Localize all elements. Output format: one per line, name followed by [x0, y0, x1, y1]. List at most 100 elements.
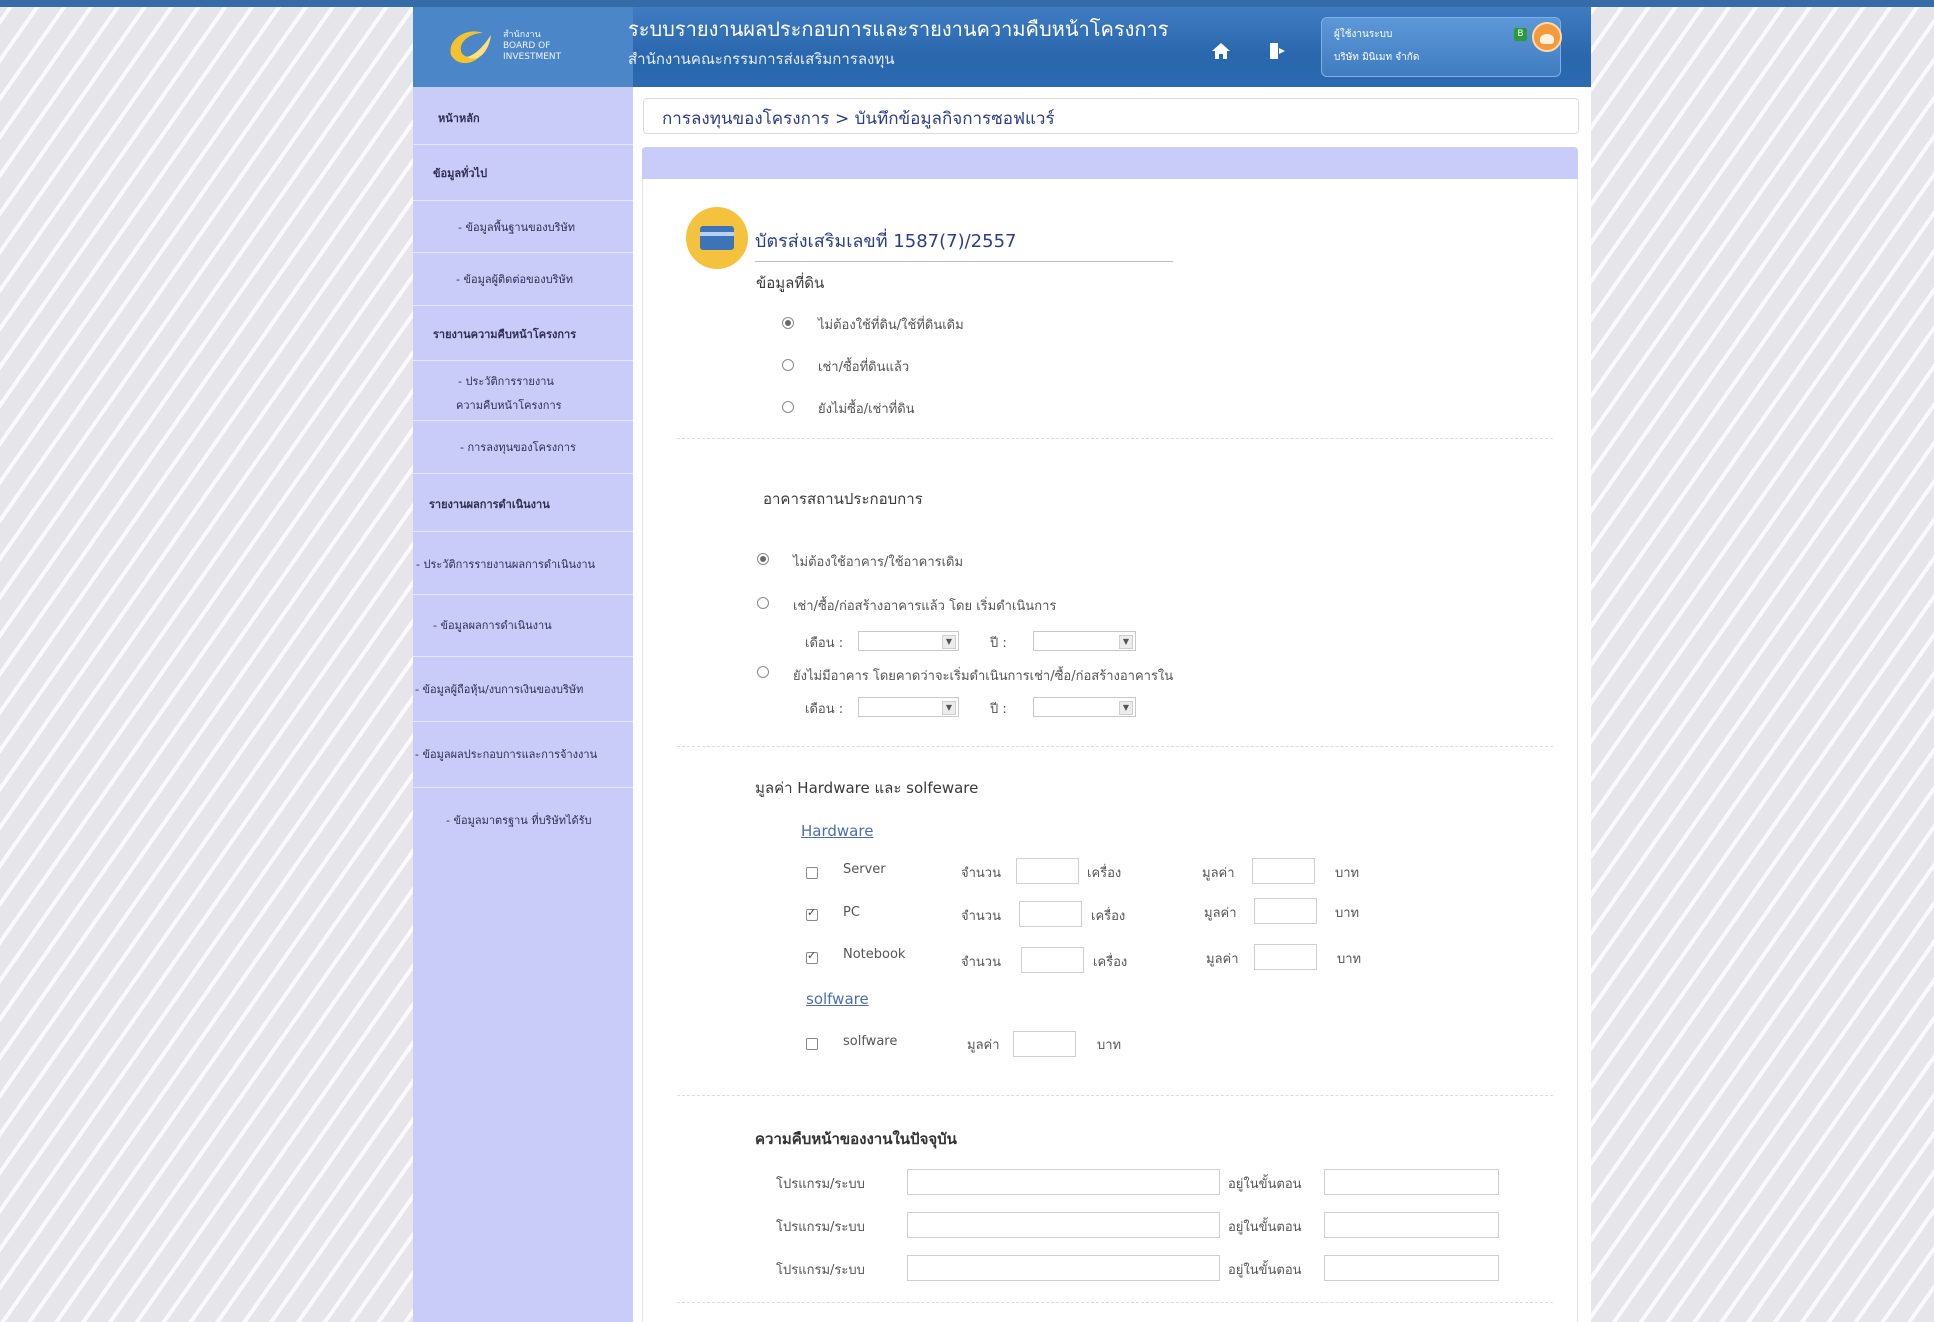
month-select-1[interactable]: ▼: [858, 631, 959, 651]
sidebar-item-label: - ประวัติการรายงาน: [458, 375, 554, 388]
notebook-value-label: มูลค่า: [1206, 952, 1239, 967]
sidebar-item-label: - การลงทุนของโครงการ: [460, 441, 576, 454]
software-value-label: มูลค่า: [967, 1038, 1000, 1053]
sidebar: หน้าหลัก ข้อมูลทั่วไป - ข้อมูลพื้นฐานของ…: [413, 87, 633, 1322]
system-title: ระบบรายงานผลประกอบการและรายงานความคืบหน้…: [628, 17, 1169, 41]
chevron-down-icon: ▼: [942, 635, 956, 649]
divider: [677, 1302, 1553, 1303]
server-value-input[interactable]: [1252, 858, 1315, 884]
software-baht-label: บาท: [1097, 1038, 1122, 1053]
land-option-2-label: เช่า/ซื้อที่ดินแล้ว: [818, 360, 910, 375]
notebook-qty-input[interactable]: [1021, 947, 1084, 973]
software-value-input[interactable]: [1013, 1031, 1076, 1057]
sidebar-item-performance-employment[interactable]: - ข้อมูลผลประกอบการและการจ้างงาน: [413, 721, 633, 788]
chevron-down-icon: ▼: [1119, 635, 1133, 649]
building-option-1-label: ไม่ต้องใช้อาคาร/ใช้อาคารเดิม: [793, 555, 964, 570]
sidebar-item-label: - ข้อมูลมาตรฐาน ที่บริษัทได้รับ: [446, 814, 592, 827]
sidebar-item-general-info[interactable]: ข้อมูลทั่วไป: [413, 144, 633, 201]
program-input-1[interactable]: [907, 1169, 1220, 1195]
server-qty-input[interactable]: [1016, 858, 1079, 884]
year-label-1: ปี :: [990, 636, 1007, 651]
sidebar-item-label: - ข้อมูลผู้ถือหุ้น/งบการเงินของบริษัท: [415, 683, 584, 696]
land-option-2-radio[interactable]: [782, 359, 794, 371]
notebook-baht-label: บาท: [1337, 952, 1362, 967]
land-option-3-radio[interactable]: [782, 401, 794, 413]
pc-qty-label: จำนวน: [961, 909, 1001, 924]
software-checkbox[interactable]: [806, 1038, 818, 1050]
sidebar-item-label: - ข้อมูลผู้ติดต่อของบริษัท: [456, 273, 573, 286]
sidebar-item-standards[interactable]: - ข้อมูลมาตรฐาน ที่บริษัทได้รับ: [413, 787, 633, 853]
pc-value-label: มูลค่า: [1204, 906, 1237, 921]
breadcrumb: การลงทุนของโครงการ > บันทึกข้อมูลกิจการซ…: [662, 109, 1055, 129]
pc-qty-input[interactable]: [1019, 901, 1082, 927]
panel-header-bar: [642, 147, 1578, 179]
sidebar-item-home[interactable]: หน้าหลัก: [413, 87, 633, 145]
software-link[interactable]: solfware: [806, 990, 869, 1008]
sidebar-item-label: - ข้อมูลผลการดำเนินงาน: [433, 619, 552, 632]
building-option-1-radio[interactable]: [757, 553, 769, 565]
sidebar-item-company-contact[interactable]: - ข้อมูลผู้ติดต่อของบริษัท: [413, 252, 633, 306]
building-option-2-label: เช่า/ซื้อ/ก่อสร้างอาคารแล้ว โดย เริ่มดำเ…: [793, 599, 1057, 614]
logo-line-1: สำนักงาน: [503, 30, 541, 40]
card-title-underline: [755, 261, 1173, 262]
sidebar-item-label: รายงานผลการดำเนินงาน: [429, 498, 550, 511]
chevron-down-icon: ▼: [1119, 701, 1133, 715]
breadcrumb-box: การลงทุนของโครงการ > บันทึกข้อมูลกิจการซ…: [643, 98, 1579, 134]
server-checkbox[interactable]: [806, 867, 818, 879]
program-label-2: โปรแกรม/ระบบ: [776, 1220, 865, 1235]
stage-input-1[interactable]: [1324, 1169, 1499, 1195]
server-label: Server: [843, 862, 886, 877]
land-section-title: ข้อมูลที่ดิน: [756, 274, 825, 292]
software-label: solfware: [843, 1034, 898, 1049]
stage-input-3[interactable]: [1324, 1255, 1499, 1281]
user-box[interactable]: ผู้ใช้งานระบบ บริษัท มินิเมท จำกัด B: [1321, 17, 1562, 77]
sidebar-item-report-history[interactable]: - ประวัติการรายงาน ความคืบหน้าโครงการ: [413, 360, 633, 421]
logo-area: สำนักงาน BOARD OF INVESTMENT: [413, 7, 633, 87]
logo-line-3: INVESTMENT: [503, 52, 562, 62]
sidebar-item-label: - ข้อมูลพื้นฐานของบริษัท: [458, 221, 576, 234]
stage-input-2[interactable]: [1324, 1212, 1499, 1238]
sidebar-item-project-investment[interactable]: - การลงทุนของโครงการ: [413, 420, 633, 474]
building-section-title: อาคารสถานประกอบการ: [763, 490, 923, 508]
notebook-checkbox[interactable]: [806, 949, 818, 964]
building-option-2-radio[interactable]: [757, 597, 769, 609]
sidebar-item-label: ข้อมูลทั่วไป: [433, 167, 488, 180]
server-baht-label: บาท: [1335, 866, 1360, 881]
home-icon[interactable]: [1210, 41, 1232, 63]
building-option-3-radio[interactable]: [757, 666, 769, 678]
month-label-2: เดือน :: [805, 702, 844, 717]
sidebar-item-company-basic[interactable]: - ข้อมูลพื้นฐานของบริษัท: [413, 200, 633, 253]
sidebar-item-progress-report[interactable]: รายงานความคืบหน้าโครงการ: [413, 305, 633, 361]
logout-icon[interactable]: [1266, 41, 1288, 63]
progress-section-title: ความคืบหน้าของงานในปัจจุบัน: [755, 1130, 957, 1148]
program-input-3[interactable]: [907, 1255, 1220, 1281]
sidebar-item-operation-data[interactable]: - ข้อมูลผลการดำเนินงาน: [413, 594, 633, 657]
building-option-3-label: ยังไม่มีอาคาร โดยคาดว่าจะเริ่มดำเนินการเ…: [793, 669, 1174, 684]
hardware-link[interactable]: Hardware: [801, 822, 873, 840]
divider: [677, 438, 1553, 439]
month-label-1: เดือน :: [805, 636, 844, 651]
year-select-1[interactable]: ▼: [1033, 631, 1136, 651]
land-option-1-label: ไม่ต้องใช้ที่ดิน/ใช้ที่ดินเดิม: [818, 318, 964, 333]
pc-baht-label: บาท: [1335, 906, 1360, 921]
pc-value-input[interactable]: [1254, 898, 1317, 924]
divider: [677, 746, 1553, 747]
year-select-2[interactable]: ▼: [1033, 697, 1136, 717]
system-subtitle: สำนักงานคณะกรรมการส่งเสริมการลงทุน: [628, 50, 895, 68]
user-role-label: ผู้ใช้งานระบบ: [1334, 29, 1393, 40]
sidebar-item-operation-history[interactable]: - ประวัติการรายงานผลการดำเนินงาน: [413, 531, 633, 595]
notebook-unit-label: เครื่อง: [1093, 955, 1128, 970]
server-value-label: มูลค่า: [1202, 866, 1235, 881]
program-input-2[interactable]: [907, 1212, 1220, 1238]
server-qty-label: จำนวน: [961, 866, 1001, 881]
month-select-2[interactable]: ▼: [858, 697, 959, 717]
stage-label-3: อยู่ในขั้นตอน: [1228, 1263, 1302, 1278]
program-label-1: โปรแกรม/ระบบ: [776, 1177, 865, 1192]
pc-checkbox[interactable]: [806, 906, 818, 921]
sidebar-item-operation-report[interactable]: รายงานผลการดำเนินงาน: [413, 473, 633, 532]
notebook-value-input[interactable]: [1254, 944, 1317, 970]
sidebar-item-shareholders[interactable]: - ข้อมูลผู้ถือหุ้น/งบการเงินของบริษัท: [413, 656, 633, 722]
land-option-1-radio[interactable]: [782, 317, 794, 329]
card-icon: [686, 207, 748, 269]
avatar[interactable]: [1532, 22, 1562, 52]
